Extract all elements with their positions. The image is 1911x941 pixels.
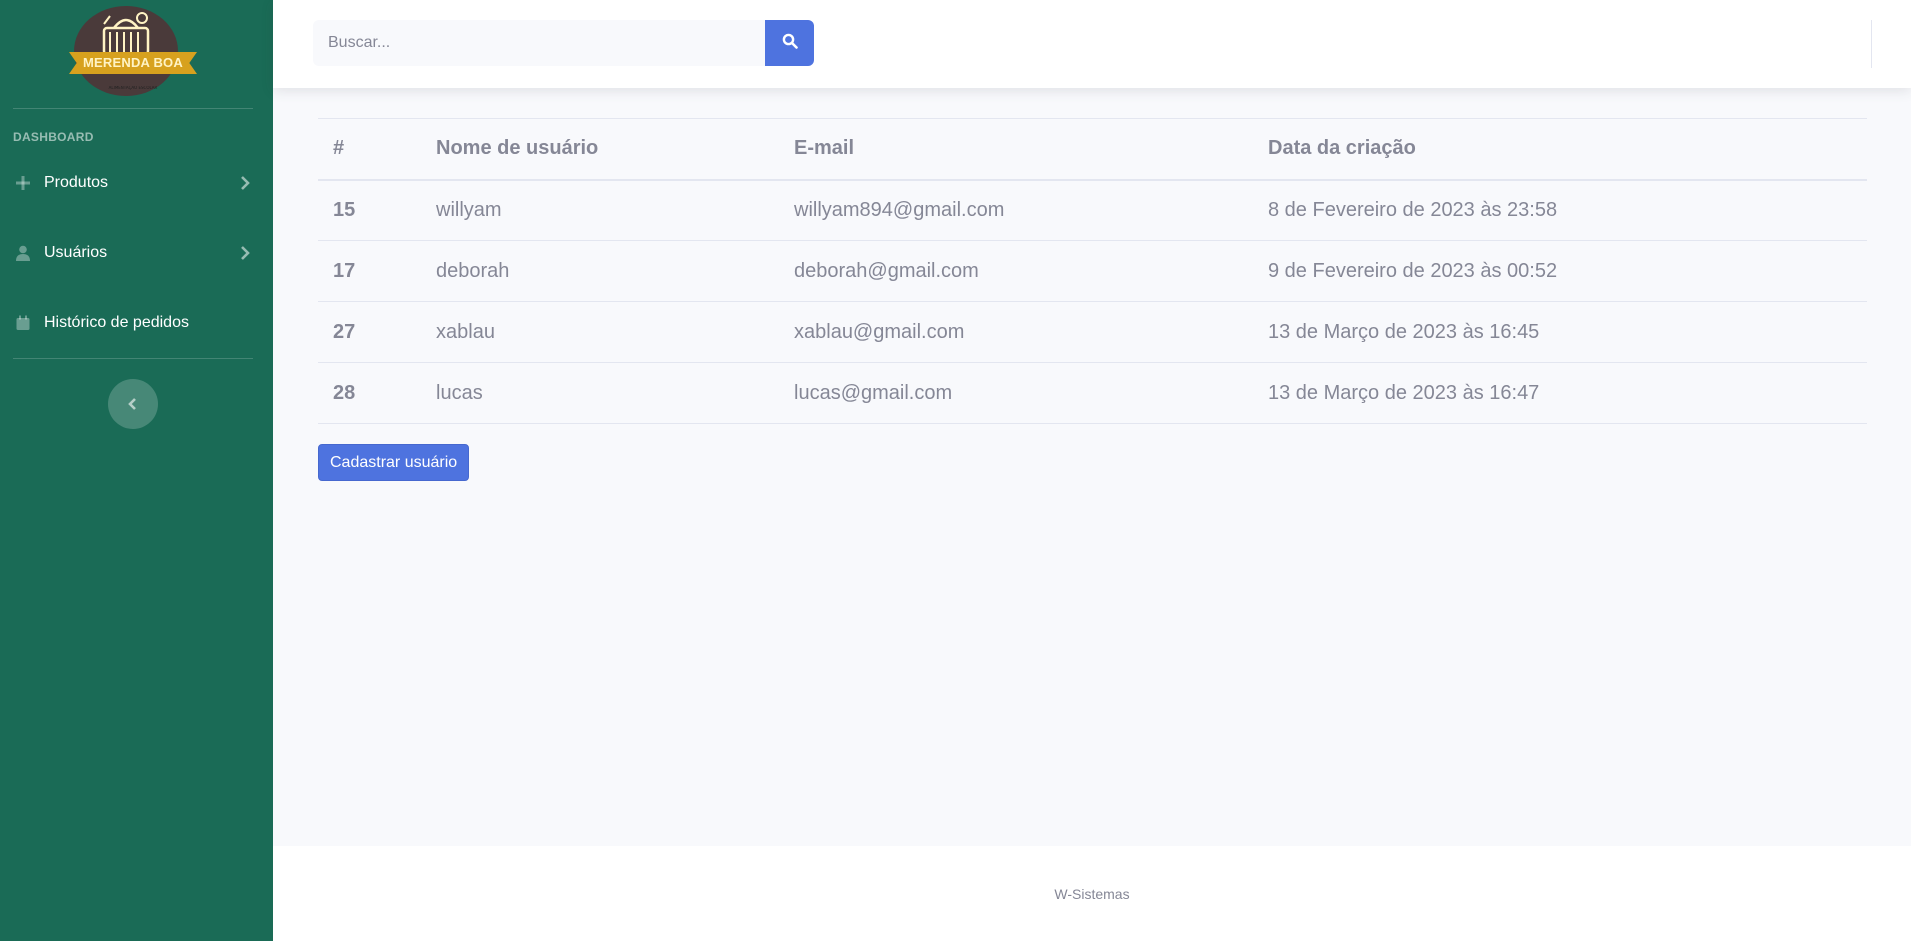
user-id-cell: 28 — [318, 362, 421, 424]
email-cell: lucas@gmail.com — [779, 362, 1253, 424]
sidebar-item-label: Histórico de pedidos — [44, 314, 189, 331]
email-cell: willyam894@gmail.com — [779, 179, 1253, 241]
column-header-email[interactable]: E-mail — [779, 118, 1253, 181]
sidebar-divider — [13, 108, 253, 109]
user-id-cell: 15 — [318, 179, 421, 241]
calendar-icon — [13, 313, 33, 333]
search-input[interactable] — [313, 20, 765, 66]
topbar — [273, 0, 1911, 88]
logo-circle — [74, 6, 178, 96]
footer-copyright: W-Sistemas — [1054, 885, 1130, 902]
footer: W-Sistemas — [273, 846, 1911, 941]
logo-ribbon: MERENDA BOA — [69, 52, 197, 74]
plus-icon — [13, 173, 33, 193]
user-id-cell: 17 — [318, 240, 421, 302]
created-date-cell: 13 de Março de 2023 às 16:47 — [1253, 362, 1867, 424]
sidebar-divider — [13, 358, 253, 359]
merenda-boa-logo[interactable]: MERENDA BOA ALIMENTAÇÃO ESCOLAR — [66, 4, 200, 96]
search-bar — [313, 20, 853, 66]
chevron-left-icon — [127, 395, 139, 414]
created-date-cell: 13 de Março de 2023 às 16:45 — [1253, 301, 1867, 363]
search-icon — [782, 33, 798, 53]
username-cell: deborah — [421, 240, 779, 302]
table-header-row: # Nome de usuário E-mail Data da criação — [318, 118, 1867, 181]
sidebar-item-historico[interactable]: Histórico de pedidos — [13, 305, 253, 341]
logo-tagline: ALIMENTAÇÃO ESCOLAR — [108, 86, 158, 90]
user-id-cell: 27 — [318, 301, 421, 363]
table-row[interactable]: 27 xablau xablau@gmail.com 13 de Março d… — [318, 301, 1867, 363]
sidebar-item-usuarios[interactable]: Usuários — [13, 235, 253, 271]
username-cell: lucas — [421, 362, 779, 424]
username-cell: willyam — [421, 179, 779, 241]
sidebar-item-produtos[interactable]: Produtos — [13, 165, 253, 201]
users-table: # Nome de usuário E-mail Data da criação… — [318, 118, 1867, 424]
sidebar-item-label: Produtos — [44, 174, 109, 191]
chevron-right-icon — [237, 175, 253, 191]
table-row[interactable]: 15 willyam willyam894@gmail.com 8 de Fev… — [318, 179, 1867, 241]
created-date-cell: 9 de Fevereiro de 2023 às 00:52 — [1253, 240, 1867, 302]
email-cell: xablau@gmail.com — [779, 301, 1253, 363]
sidebar-brand[interactable]: MERENDA BOA ALIMENTAÇÃO ESCOLAR — [0, 0, 273, 106]
column-header-username[interactable]: Nome de usuário — [421, 118, 779, 181]
column-header-id[interactable]: # — [318, 118, 421, 181]
sidebar-item-label: Usuários — [44, 244, 108, 261]
user-icon — [13, 243, 33, 263]
table-row[interactable]: 17 deborah deborah@gmail.com 9 de Fevere… — [318, 240, 1867, 302]
topbar-divider — [1871, 20, 1872, 68]
sidebar-heading: DASHBOARD — [13, 130, 94, 144]
username-cell: xablau — [421, 301, 779, 363]
sidebar: MERENDA BOA ALIMENTAÇÃO ESCOLAR DASHBOAR… — [0, 0, 273, 941]
email-cell: deborah@gmail.com — [779, 240, 1253, 302]
created-date-cell: 8 de Fevereiro de 2023 às 23:58 — [1253, 179, 1867, 241]
column-header-created[interactable]: Data da criação — [1253, 118, 1867, 181]
table-row[interactable]: 28 lucas lucas@gmail.com 13 de Março de … — [318, 362, 1867, 424]
add-user-button[interactable]: Cadastrar usuário — [318, 444, 470, 481]
sidebar-toggle-button[interactable] — [108, 379, 158, 429]
lunchbox-icon — [102, 12, 150, 56]
search-button[interactable] — [765, 20, 814, 66]
chevron-right-icon — [237, 245, 253, 261]
